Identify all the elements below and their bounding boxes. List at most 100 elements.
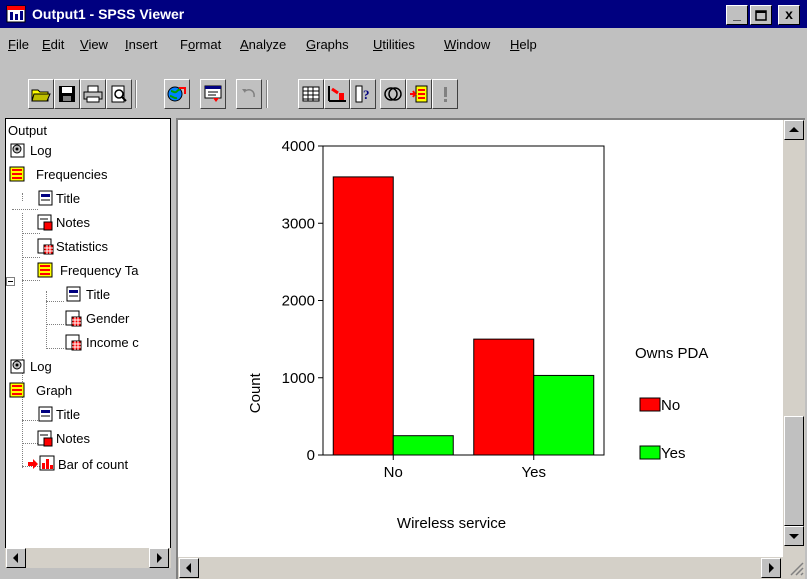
designate-window-icon bbox=[410, 85, 428, 103]
show-all-icon bbox=[444, 87, 447, 102]
table-icon bbox=[65, 310, 82, 327]
dialog-recall-button[interactable] bbox=[200, 79, 226, 109]
outline-item-title[interactable]: Title bbox=[56, 407, 80, 423]
menu-bar: File Edit View Insert Format Analyze Gra… bbox=[0, 32, 807, 58]
save-button[interactable] bbox=[54, 79, 80, 109]
chart-icon bbox=[39, 455, 55, 471]
menu-help[interactable]: Help bbox=[510, 37, 537, 53]
outline-item-log[interactable]: Log bbox=[30, 143, 52, 159]
goto-chart-icon bbox=[328, 86, 346, 102]
outline-hscrollbar[interactable] bbox=[5, 548, 171, 568]
outline-pane[interactable]: Output Log Frequencies Title Notes Stati… bbox=[5, 118, 171, 566]
x-axis-label: Wireless service bbox=[397, 515, 506, 532]
viewer-hscrollbar[interactable] bbox=[178, 557, 783, 579]
use-sets-button[interactable] bbox=[380, 79, 406, 109]
export-button[interactable] bbox=[164, 79, 190, 109]
y-axis-label: Count bbox=[247, 372, 264, 413]
tree-line bbox=[46, 301, 64, 302]
minimize-button[interactable]: _ bbox=[726, 5, 748, 25]
procedure-icon bbox=[9, 166, 25, 182]
print-icon bbox=[83, 85, 103, 103]
y-tick-label: 1000 bbox=[282, 370, 315, 387]
goto-data-button[interactable] bbox=[298, 79, 324, 109]
close-button[interactable]: x bbox=[778, 5, 800, 25]
outline-item-gender[interactable]: Gender bbox=[86, 311, 129, 327]
svg-text:?: ? bbox=[363, 87, 370, 102]
menu-insert[interactable]: Insert bbox=[125, 37, 158, 53]
scroll-left-button[interactable] bbox=[179, 558, 199, 578]
title-icon bbox=[38, 406, 53, 422]
y-tick-label: 2000 bbox=[282, 293, 315, 310]
dialog-recall-icon bbox=[204, 85, 222, 102]
tree-line bbox=[22, 233, 40, 234]
resize-grip-icon[interactable] bbox=[787, 559, 805, 577]
print-preview-button[interactable] bbox=[106, 79, 132, 109]
maximize-button[interactable] bbox=[750, 5, 772, 25]
designate-window-button[interactable] bbox=[406, 79, 432, 109]
log-icon bbox=[10, 143, 25, 158]
collapse-toggle-icon[interactable] bbox=[6, 277, 16, 287]
outline-item-income[interactable]: Income c bbox=[86, 335, 139, 351]
menu-format[interactable]: Format bbox=[180, 37, 221, 53]
outline-item-statistics[interactable]: Statistics bbox=[56, 239, 108, 255]
menu-analyze[interactable]: Analyze bbox=[240, 37, 286, 53]
scroll-right-button[interactable] bbox=[761, 558, 781, 578]
toolbar-separator bbox=[135, 80, 137, 108]
goto-chart-button[interactable] bbox=[324, 79, 350, 109]
tree-line bbox=[22, 193, 23, 201]
arrow-down-icon bbox=[789, 534, 799, 539]
print-button[interactable] bbox=[80, 79, 106, 109]
viewer-vscrollbar[interactable] bbox=[783, 120, 805, 579]
show-all-button[interactable] bbox=[432, 79, 458, 109]
open-button[interactable] bbox=[28, 79, 54, 109]
arrow-right-icon bbox=[769, 563, 774, 573]
outline-root[interactable]: Output bbox=[8, 123, 47, 139]
bar-chart[interactable]: 0 1000 2000 3000 4000 No Yes Wireless service Co… bbox=[178, 120, 783, 557]
title-icon bbox=[38, 190, 53, 206]
procedure-icon bbox=[37, 262, 53, 278]
menu-view[interactable]: View bbox=[80, 37, 108, 53]
goto-data-icon bbox=[302, 86, 320, 102]
menu-utilities[interactable]: Utilities bbox=[373, 37, 415, 53]
legend-label: Yes bbox=[661, 445, 685, 462]
scroll-down-button[interactable] bbox=[784, 526, 804, 546]
bar-no-no bbox=[332, 176, 394, 456]
outline-item-graph[interactable]: Graph bbox=[36, 383, 72, 399]
open-icon bbox=[31, 89, 51, 102]
menu-graphs[interactable]: Graphs bbox=[306, 37, 349, 53]
outline-item-bar-of-count[interactable]: Bar of count bbox=[58, 457, 128, 473]
outline-item-frequencies[interactable]: Frequencies bbox=[36, 167, 108, 183]
scroll-left-button[interactable] bbox=[6, 548, 26, 568]
table-icon bbox=[37, 238, 54, 255]
scroll-up-button[interactable] bbox=[784, 120, 804, 140]
scroll-thumb[interactable] bbox=[784, 416, 804, 526]
bar-yes-no bbox=[473, 338, 535, 456]
variables-button[interactable]: ? bbox=[350, 79, 376, 109]
tree-line bbox=[12, 209, 38, 210]
maximize-icon bbox=[755, 10, 767, 21]
menu-file[interactable]: File bbox=[8, 37, 29, 53]
notes-icon bbox=[37, 214, 53, 231]
legend-title: Owns PDA bbox=[635, 345, 708, 362]
tree-line bbox=[22, 280, 40, 281]
outline-item-log[interactable]: Log bbox=[30, 359, 52, 375]
export-icon bbox=[167, 86, 186, 102]
log-icon bbox=[10, 359, 25, 374]
table-icon bbox=[65, 334, 82, 351]
outline-item-notes[interactable]: Notes bbox=[56, 431, 90, 447]
scroll-right-button[interactable] bbox=[149, 548, 169, 568]
toolbar-separator bbox=[266, 80, 268, 108]
outline-item-title[interactable]: Title bbox=[56, 191, 80, 207]
output-viewer-pane[interactable]: 0 1000 2000 3000 4000 No Yes Wireless service Co… bbox=[176, 118, 805, 579]
save-icon bbox=[59, 86, 75, 102]
menu-edit[interactable]: Edit bbox=[42, 37, 64, 53]
outline-item-title[interactable]: Title bbox=[86, 287, 110, 303]
tree-line bbox=[22, 257, 40, 258]
outline-item-frequency-table[interactable]: Frequency Ta bbox=[60, 263, 139, 279]
outline-item-notes[interactable]: Notes bbox=[56, 215, 90, 231]
undo-button[interactable] bbox=[236, 79, 262, 109]
tree-line bbox=[46, 348, 64, 349]
menu-window[interactable]: Window bbox=[444, 37, 490, 53]
spss-app-icon[interactable] bbox=[6, 5, 26, 23]
title-bar[interactable]: Output1 - SPSS Viewer _ x bbox=[0, 0, 807, 28]
